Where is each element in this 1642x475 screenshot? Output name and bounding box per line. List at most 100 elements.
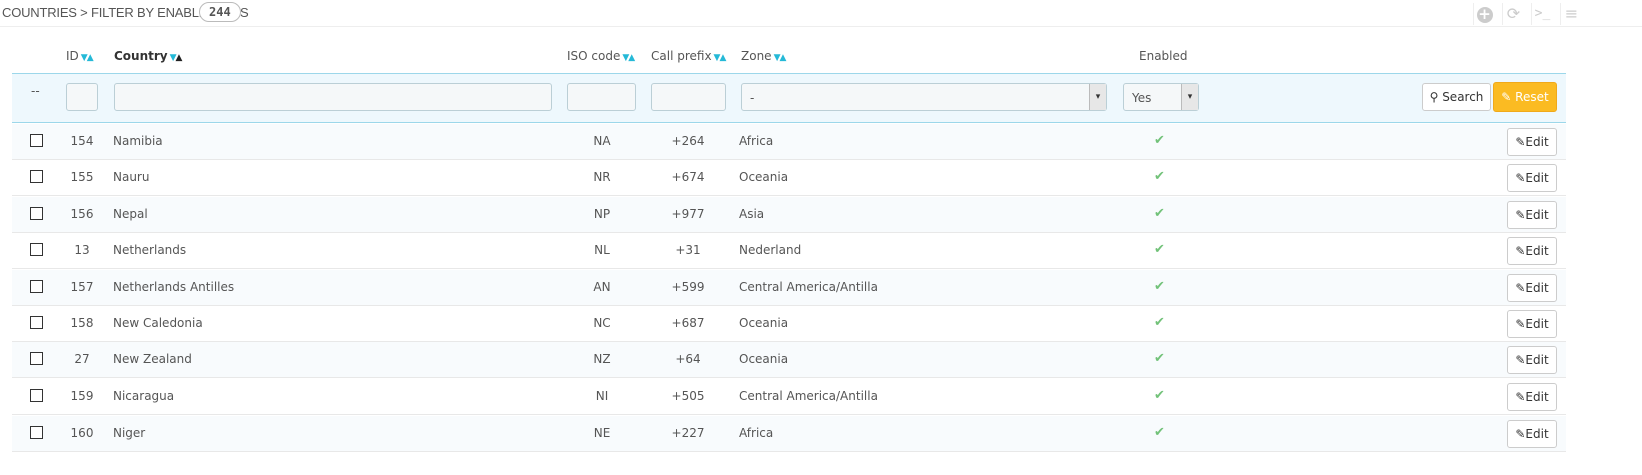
row-checkbox[interactable] — [30, 280, 43, 293]
cell-zone: Central America/Antilla — [739, 389, 878, 403]
column-header-iso: ISO code ▼▲ — [567, 49, 635, 63]
row-checkbox[interactable] — [30, 207, 43, 220]
eraser-icon: ✎ — [1501, 90, 1512, 104]
table-row: 160 Niger NE +227 Africa ✔ ✎Edit — [12, 416, 1566, 452]
zone-filter-value: - — [750, 91, 755, 105]
column-header-enabled: Enabled — [1139, 49, 1188, 63]
edit-button[interactable]: ✎Edit — [1507, 310, 1557, 338]
check-icon[interactable]: ✔ — [1154, 315, 1165, 330]
check-icon[interactable]: ✔ — [1154, 351, 1165, 366]
table-row: 155 Nauru NR +674 Oceania ✔ ✎Edit — [12, 160, 1566, 196]
pencil-icon: ✎ — [1515, 244, 1526, 258]
filter-dash: -- — [31, 84, 40, 98]
count-badge: 244 — [199, 2, 241, 22]
pencil-icon: ✎ — [1515, 390, 1526, 404]
cell-id: 27 — [74, 352, 90, 366]
pencil-icon: ✎ — [1515, 171, 1526, 185]
add-icon[interactable]: + — [1473, 3, 1495, 25]
column-label-iso: ISO code — [567, 49, 621, 63]
row-checkbox[interactable] — [30, 134, 43, 147]
edit-label: Edit — [1525, 135, 1549, 149]
cell-prefix: +687 — [671, 316, 705, 330]
check-icon[interactable]: ✔ — [1154, 206, 1165, 221]
id-filter-input[interactable] — [66, 83, 98, 111]
sort-icons[interactable]: ▼▲ — [774, 53, 787, 63]
search-icon: ⚲ — [1429, 90, 1439, 104]
pencil-icon: ✎ — [1515, 135, 1526, 149]
cell-zone: Central America/Antilla — [739, 280, 878, 294]
column-label-enabled: Enabled — [1139, 49, 1188, 63]
check-icon[interactable]: ✔ — [1154, 242, 1165, 257]
search-button[interactable]: ⚲ Search — [1422, 83, 1491, 111]
cell-iso: NE — [593, 426, 611, 440]
edit-button[interactable]: ✎Edit — [1507, 383, 1557, 411]
edit-button[interactable]: ✎Edit — [1507, 164, 1557, 192]
cell-zone: Asia — [739, 207, 765, 221]
sort-icons[interactable]: ▼▲ — [170, 53, 183, 63]
reset-button[interactable]: ✎ Reset — [1493, 82, 1557, 112]
zone-filter-select[interactable]: - ▾ — [741, 83, 1107, 111]
chevron-down-icon: ▾ — [1181, 84, 1198, 110]
edit-button[interactable]: ✎Edit — [1507, 237, 1557, 265]
check-icon[interactable]: ✔ — [1154, 388, 1165, 403]
enabled-filter-value: Yes — [1132, 91, 1152, 105]
cell-id: 158 — [70, 316, 94, 330]
edit-button[interactable]: ✎Edit — [1507, 128, 1557, 156]
cell-country: New Caledonia — [113, 316, 203, 330]
table-row: 27 New Zealand NZ +64 Oceania ✔ ✎Edit — [12, 342, 1566, 378]
edit-button[interactable]: ✎Edit — [1507, 201, 1557, 229]
row-checkbox[interactable] — [30, 352, 43, 365]
table-row: 158 New Caledonia NC +687 Oceania ✔ ✎Edi… — [12, 306, 1566, 342]
column-label-prefix: Call prefix — [651, 49, 712, 63]
cell-zone: Oceania — [739, 352, 789, 366]
row-checkbox[interactable] — [30, 170, 43, 183]
refresh-icon[interactable]: ⟳ — [1502, 3, 1524, 25]
table-row: 157 Netherlands Antilles AN +599 Central… — [12, 270, 1566, 306]
cell-country: Namibia — [113, 134, 163, 148]
check-icon[interactable]: ✔ — [1154, 133, 1165, 148]
table-row: 156 Nepal NP +977 Asia ✔ ✎Edit — [12, 197, 1566, 233]
table-row: 13 Netherlands NL +31 Nederland ✔ ✎Edit — [12, 233, 1566, 269]
pencil-icon: ✎ — [1515, 208, 1526, 222]
enabled-filter-select[interactable]: Yes ▾ — [1123, 83, 1199, 111]
more-icon[interactable]: ≡ — [1560, 3, 1582, 25]
row-checkbox[interactable] — [30, 316, 43, 329]
cell-iso: NL — [594, 243, 610, 257]
cell-prefix: +599 — [671, 280, 705, 294]
check-icon[interactable]: ✔ — [1154, 279, 1165, 294]
edit-label: Edit — [1525, 244, 1549, 258]
edit-button[interactable]: ✎Edit — [1507, 346, 1557, 374]
edit-label: Edit — [1525, 171, 1549, 185]
edit-label: Edit — [1525, 281, 1549, 295]
table-row: 154 Namibia NA +264 Africa ✔ ✎Edit — [12, 124, 1566, 160]
sort-icons[interactable]: ▼▲ — [81, 53, 94, 63]
prefix-filter-input[interactable] — [651, 83, 726, 111]
iso-filter-input[interactable] — [567, 83, 636, 111]
edit-label: Edit — [1525, 208, 1549, 222]
column-header-zone: Zone ▼▲ — [741, 49, 787, 63]
cell-zone: Africa — [739, 134, 774, 148]
check-icon[interactable]: ✔ — [1154, 425, 1165, 440]
column-header-country: Country ▼▲ — [114, 49, 183, 63]
edit-button[interactable]: ✎Edit — [1507, 274, 1557, 302]
sql-manager-icon[interactable]: >_ — [1531, 3, 1553, 25]
cell-prefix: +977 — [671, 207, 705, 221]
sort-icons[interactable]: ▼▲ — [622, 53, 635, 63]
column-label-country: Country — [114, 49, 168, 63]
cell-country: Niger — [113, 426, 146, 440]
edit-label: Edit — [1525, 353, 1549, 367]
search-label: Search — [1442, 90, 1484, 104]
sort-icons[interactable]: ▼▲ — [714, 53, 727, 63]
cell-id: 154 — [70, 134, 94, 148]
country-filter-input[interactable] — [114, 83, 552, 111]
cell-id: 156 — [70, 207, 94, 221]
row-checkbox[interactable] — [30, 243, 43, 256]
check-icon[interactable]: ✔ — [1154, 169, 1165, 184]
cell-iso: NC — [593, 316, 611, 330]
cell-prefix: +505 — [671, 389, 705, 403]
chevron-down-icon: ▾ — [1089, 84, 1106, 110]
edit-button[interactable]: ✎Edit — [1507, 420, 1557, 448]
column-label-zone: Zone — [741, 49, 772, 63]
row-checkbox[interactable] — [30, 389, 43, 402]
row-checkbox[interactable] — [30, 426, 43, 439]
